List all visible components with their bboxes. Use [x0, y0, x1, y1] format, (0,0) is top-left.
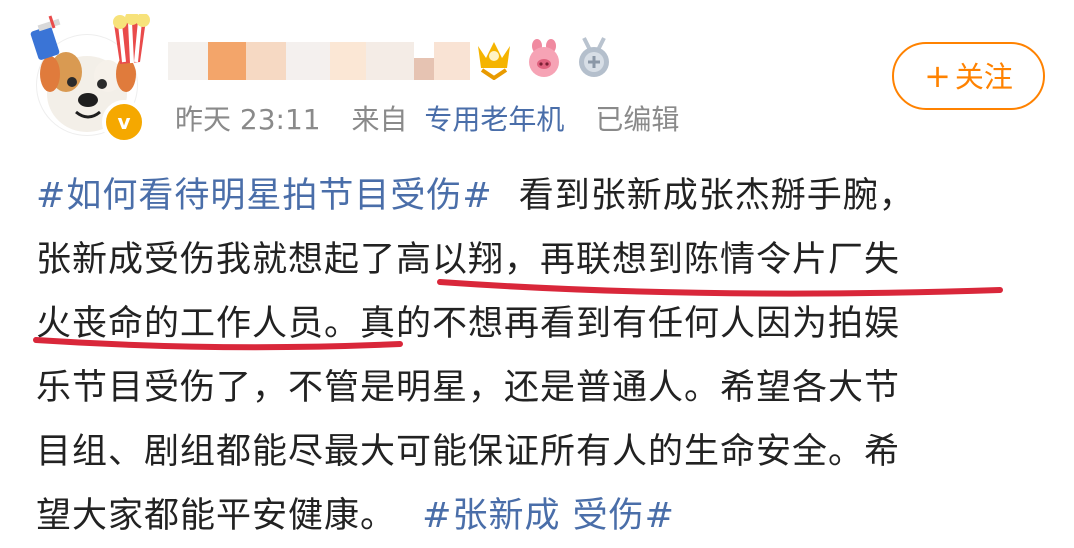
content-text: 看到张新成张杰掰手腕，: [518, 176, 915, 216]
post-meta: 昨天 23:11 来自 专用老年机 已编辑: [175, 100, 701, 140]
weibo-post: v + 关注 昨天 23:11 来自 专用老年机 已编辑 #如何看待明星拍节目受…: [0, 0, 1074, 546]
pig-fan-icon[interactable]: [524, 36, 564, 80]
vip-crown-icon[interactable]: [474, 36, 514, 80]
source-prefix: 来自: [351, 103, 408, 136]
content-line: #如何看待明星拍节目受伤# 看到张新成张杰掰手腕，: [36, 164, 1046, 228]
follow-button[interactable]: + 关注: [892, 42, 1045, 110]
plus-icon: +: [924, 57, 951, 95]
drink-popcorn-icon: [30, 14, 150, 64]
topic-link[interactable]: #如何看待明星拍节目受伤#: [36, 176, 493, 216]
verified-icon: v: [102, 100, 146, 144]
content-line: 望大家都能平安健康。 #张新成 受伤#: [36, 484, 1046, 548]
post-timestamp[interactable]: 昨天 23:11: [175, 103, 321, 136]
username-redacted[interactable]: [168, 42, 470, 80]
source-link[interactable]: 专用老年机: [424, 103, 564, 136]
content-line: 火丧命的工作人员。真的不想再看到有任何人因为拍娱: [36, 304, 901, 344]
medal-icon[interactable]: [574, 36, 614, 80]
follow-label: 关注: [954, 60, 1013, 94]
content-line: 目组、剧组都能尽最大可能保证所有人的生命安全。希: [36, 432, 901, 472]
content-line: 张新成受伤我就想起了高以翔，再联想到陈情令片厂失: [36, 240, 901, 280]
edited-label[interactable]: 已编辑: [595, 103, 679, 136]
avatar[interactable]: v: [28, 14, 156, 144]
topic-link[interactable]: #张新成 受伤#: [422, 496, 675, 536]
content-line: 乐节目受伤了，不管是明星，还是普通人。希望各大节: [36, 368, 901, 408]
content-text: 望大家都能平安健康。: [36, 496, 397, 536]
post-content: #如何看待明星拍节目受伤# 看到张新成张杰掰手腕， 张新成受伤我就想起了高以翔，…: [36, 164, 1046, 548]
